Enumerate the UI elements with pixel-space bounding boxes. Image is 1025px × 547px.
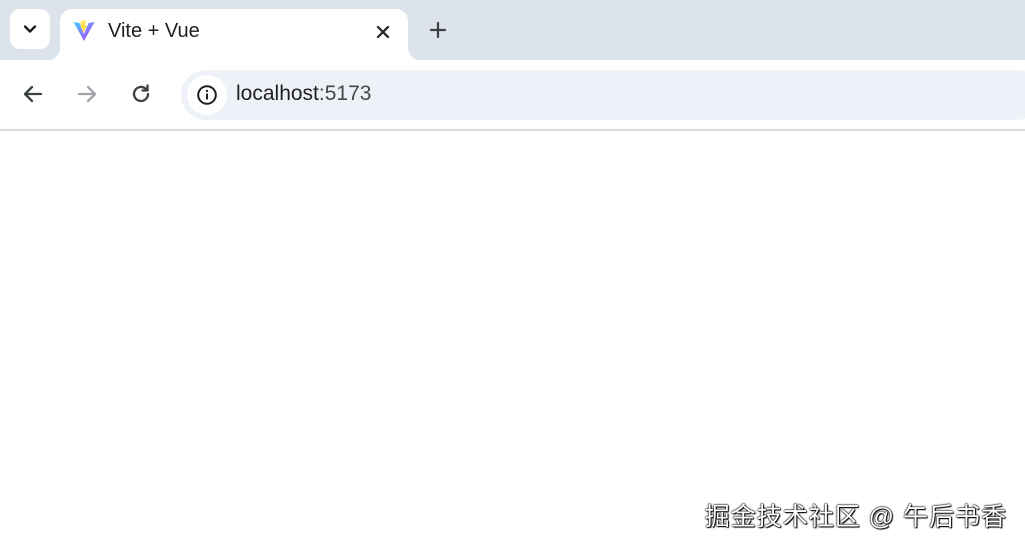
- address-bar[interactable]: localhost:5173: [181, 70, 1025, 120]
- browser-toolbar: localhost:5173: [0, 60, 1025, 131]
- tab-close-button[interactable]: [372, 21, 394, 43]
- back-button[interactable]: [19, 80, 47, 108]
- url-port: :5173: [318, 82, 372, 105]
- arrow-right-icon: [77, 85, 97, 103]
- close-icon: [376, 25, 390, 39]
- forward-button[interactable]: [73, 80, 101, 108]
- tab-strip: Vite + Vue: [0, 0, 1025, 60]
- page-viewport: 掘金技术社区 @ 午后书香: [0, 131, 1025, 547]
- site-info-button[interactable]: [187, 75, 227, 115]
- tab-title: Vite + Vue: [108, 20, 200, 42]
- vite-logo-icon: [73, 20, 95, 41]
- url-text[interactable]: localhost:5173: [236, 82, 371, 106]
- tab-search-button[interactable]: [10, 9, 50, 49]
- chevron-down-icon: [23, 25, 37, 33]
- info-icon: [197, 85, 217, 105]
- plus-icon: [429, 21, 447, 39]
- tab-active[interactable]: Vite + Vue: [60, 9, 408, 60]
- new-tab-button[interactable]: [424, 16, 452, 44]
- reload-button[interactable]: [127, 80, 155, 108]
- url-host: localhost: [236, 82, 319, 105]
- arrow-left-icon: [23, 85, 43, 103]
- browser-window: Vite + Vue localhost:5173 掘金技术社区 @ 午后书香: [0, 0, 1025, 547]
- watermark: 掘金技术社区 @ 午后书香: [704, 503, 1007, 531]
- reload-icon: [132, 84, 150, 103]
